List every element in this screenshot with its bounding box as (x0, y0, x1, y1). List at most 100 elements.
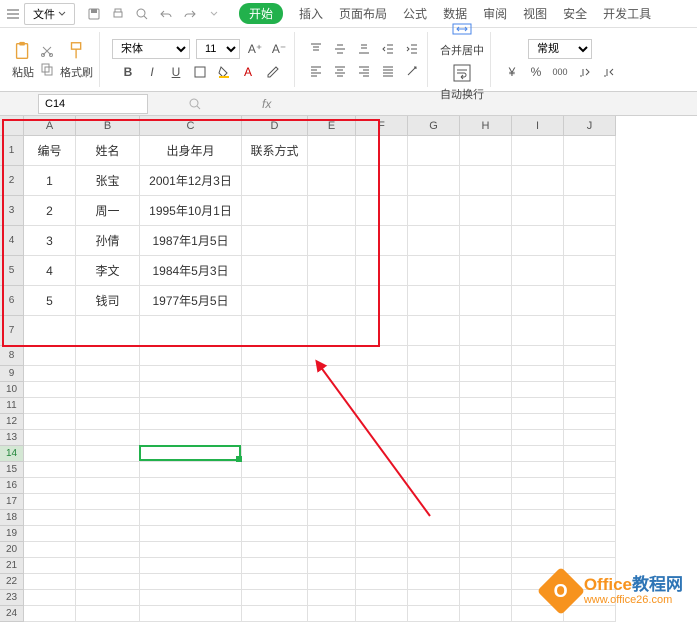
cell[interactable] (408, 136, 460, 166)
cell[interactable] (356, 414, 408, 430)
cell[interactable] (24, 526, 76, 542)
cell[interactable] (308, 558, 356, 574)
cell[interactable]: 2001年12月3日 (140, 166, 242, 196)
cell[interactable] (242, 382, 308, 398)
row-header-14[interactable]: 14 (0, 446, 24, 462)
increase-indent-icon[interactable] (403, 40, 421, 58)
cell[interactable] (24, 462, 76, 478)
cell[interactable] (76, 446, 140, 462)
cell[interactable] (408, 398, 460, 414)
cell[interactable] (24, 606, 76, 622)
cell[interactable] (460, 510, 512, 526)
cell[interactable] (308, 462, 356, 478)
border-button[interactable] (191, 63, 209, 81)
cell[interactable] (308, 526, 356, 542)
cell[interactable] (512, 398, 564, 414)
row-header-1[interactable]: 1 (0, 136, 24, 166)
row-header-23[interactable]: 23 (0, 590, 24, 606)
cell[interactable] (564, 414, 616, 430)
cell[interactable] (564, 346, 616, 366)
cell[interactable] (140, 478, 242, 494)
cell[interactable] (512, 414, 564, 430)
cell[interactable] (140, 574, 242, 590)
cell[interactable] (308, 430, 356, 446)
cell[interactable] (564, 382, 616, 398)
align-middle-icon[interactable] (331, 40, 349, 58)
row-header-7[interactable]: 7 (0, 316, 24, 346)
row-header-20[interactable]: 20 (0, 542, 24, 558)
row-header-22[interactable]: 22 (0, 574, 24, 590)
cell[interactable] (356, 430, 408, 446)
cell[interactable] (242, 526, 308, 542)
cell[interactable] (308, 256, 356, 286)
save-icon[interactable] (87, 7, 101, 21)
cell[interactable] (308, 316, 356, 346)
cell[interactable] (564, 166, 616, 196)
cell[interactable] (76, 398, 140, 414)
name-box[interactable]: C14 (38, 94, 148, 114)
cell[interactable] (242, 446, 308, 462)
cell[interactable] (408, 542, 460, 558)
clear-format-button[interactable] (263, 63, 281, 81)
cell[interactable] (408, 286, 460, 316)
orientation-icon[interactable] (403, 62, 421, 80)
cell[interactable] (512, 494, 564, 510)
tab-review[interactable]: 审阅 (483, 5, 507, 22)
fill-color-button[interactable] (215, 63, 233, 81)
cell[interactable] (408, 494, 460, 510)
font-color-button[interactable]: A (239, 63, 257, 81)
cell[interactable] (242, 286, 308, 316)
cell[interactable] (24, 446, 76, 462)
cell[interactable] (460, 382, 512, 398)
cell[interactable] (460, 136, 512, 166)
undo-icon[interactable] (159, 7, 173, 21)
formula-input[interactable] (277, 94, 697, 114)
cell[interactable] (308, 196, 356, 226)
cell[interactable] (76, 510, 140, 526)
cell[interactable]: 联系方式 (242, 136, 308, 166)
cell[interactable] (564, 462, 616, 478)
cell[interactable] (308, 366, 356, 382)
cell[interactable] (408, 382, 460, 398)
cell[interactable] (564, 196, 616, 226)
cell[interactable] (242, 430, 308, 446)
fill-handle[interactable] (236, 456, 242, 462)
cell[interactable] (408, 526, 460, 542)
number-format-select[interactable]: 常规 (528, 39, 592, 59)
cell[interactable] (460, 478, 512, 494)
cell[interactable] (408, 414, 460, 430)
cell[interactable] (512, 346, 564, 366)
cell[interactable] (564, 136, 616, 166)
cell[interactable] (308, 226, 356, 256)
cell[interactable] (512, 286, 564, 316)
cell[interactable] (460, 494, 512, 510)
cell[interactable] (308, 574, 356, 590)
cell[interactable] (356, 316, 408, 346)
cell[interactable] (408, 366, 460, 382)
increase-decimal-icon[interactable] (575, 63, 593, 81)
fx-search-icon[interactable] (188, 97, 202, 111)
decrease-indent-icon[interactable] (379, 40, 397, 58)
cell[interactable] (308, 494, 356, 510)
tab-developer[interactable]: 开发工具 (603, 5, 651, 22)
tab-view[interactable]: 视图 (523, 5, 547, 22)
cell[interactable] (408, 196, 460, 226)
row-header-2[interactable]: 2 (0, 166, 24, 196)
cell[interactable] (76, 316, 140, 346)
cell[interactable] (308, 398, 356, 414)
cell[interactable] (564, 494, 616, 510)
cell[interactable] (408, 346, 460, 366)
cell[interactable] (24, 494, 76, 510)
cell[interactable] (564, 510, 616, 526)
cell[interactable]: 1977年5月5日 (140, 286, 242, 316)
cell[interactable] (76, 542, 140, 558)
cell[interactable] (356, 510, 408, 526)
cell[interactable] (140, 430, 242, 446)
cell[interactable] (76, 462, 140, 478)
cell[interactable] (308, 510, 356, 526)
cell[interactable]: 1 (24, 166, 76, 196)
cell[interactable] (76, 382, 140, 398)
tab-page-layout[interactable]: 页面布局 (339, 5, 387, 22)
merge-center-button[interactable]: 合并居中 (440, 18, 484, 58)
tab-insert[interactable]: 插入 (299, 5, 323, 22)
